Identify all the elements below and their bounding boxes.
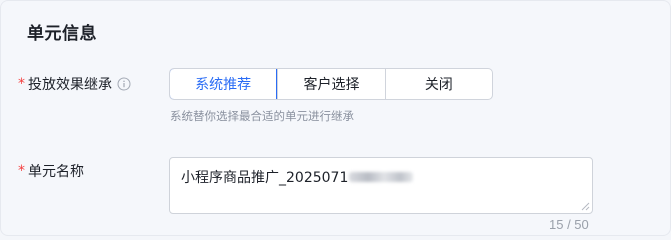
unit-name-text: 小程序商品推广_2025071 [181, 170, 349, 186]
info-icon[interactable] [117, 77, 131, 91]
unit-name-value[interactable]: 小程序商品推广_2025071 [181, 167, 414, 187]
option-off[interactable]: 关闭 [384, 69, 492, 99]
section-title: 单元信息 [27, 24, 97, 44]
delivery-inherit-label-text: 投放效果继承 [28, 77, 112, 93]
char-counter: 15 / 50 [549, 217, 589, 232]
delivery-inherit-segmented: 系统推荐 客户选择 关闭 [169, 68, 493, 100]
delivery-inherit-label: * 投放效果继承 [18, 74, 131, 94]
option-system-recommend[interactable]: 系统推荐 [170, 69, 278, 99]
unit-name-label-text: 单元名称 [28, 164, 84, 180]
required-mark: * [18, 163, 25, 179]
redacted-text [349, 172, 414, 182]
option-customer-select[interactable]: 客户选择 [277, 69, 384, 99]
delivery-inherit-hint: 系统替你选择最合适的单元进行继承 [170, 109, 354, 123]
unit-name-textarea[interactable]: 小程序商品推广_2025071 [169, 157, 593, 214]
resize-handle-icon[interactable] [581, 202, 590, 211]
required-mark: * [18, 76, 25, 92]
unit-name-label: * 单元名称 [18, 161, 84, 181]
unit-info-card: 单元信息 * 投放效果继承 系统推荐 客户选择 关闭 系统替你选择最合适的单元进… [0, 0, 671, 236]
